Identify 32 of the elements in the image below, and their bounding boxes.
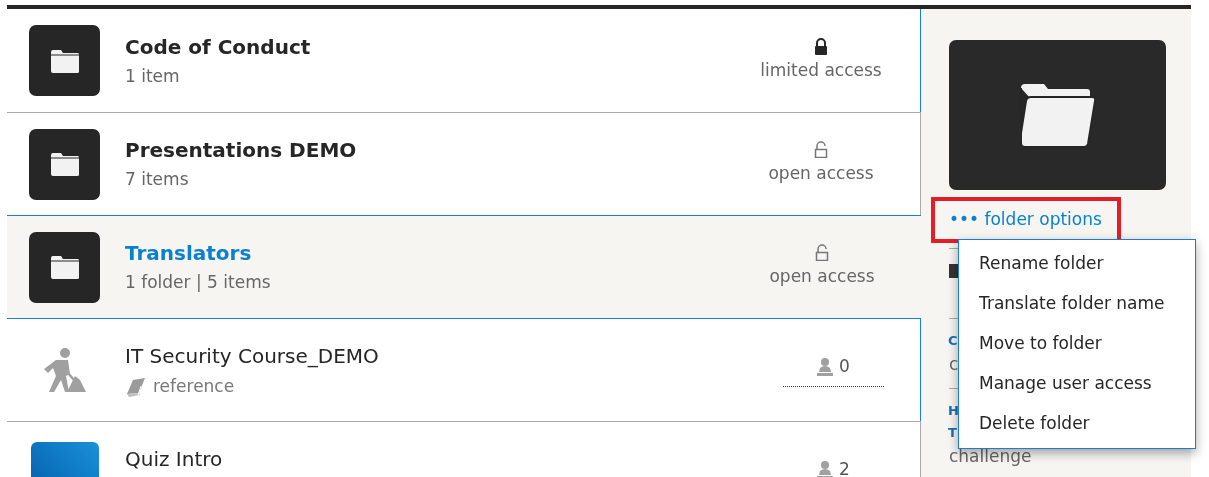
menu-item[interactable]: Delete folder [959, 404, 1195, 444]
book-icon [125, 375, 147, 398]
entry-title[interactable]: C [948, 330, 958, 352]
menu-item[interactable]: Move to folder [959, 324, 1195, 364]
item-type-label: reference [153, 374, 235, 398]
item-count: 7 items [125, 168, 190, 192]
row-title[interactable]: Translators [125, 238, 252, 269]
menu-item[interactable]: Rename folder [959, 244, 1195, 284]
folder-tile-icon [29, 231, 100, 303]
folder-tile-icon [29, 25, 100, 96]
user-count: 0 [839, 355, 850, 378]
row-title[interactable]: IT Security Course_DEMO [125, 340, 379, 371]
item-count: 1 folder | 5 items [125, 271, 272, 295]
open-folder-icon [1019, 82, 1096, 148]
menu-item[interactable]: Translate folder name [959, 284, 1195, 324]
access-label: open access [769, 265, 875, 289]
menu-item[interactable]: Manage user access [959, 364, 1195, 404]
row-title[interactable]: Code of Conduct [125, 31, 311, 62]
entry-subtitle: challenge [949, 445, 1032, 468]
access-label: limited access [760, 58, 882, 82]
user-icon [817, 357, 834, 376]
folder-options-link[interactable]: ••• folder options [949, 207, 1102, 233]
row-title[interactable]: Quiz Intro [125, 444, 223, 474]
access-label: open access [768, 162, 874, 186]
row-title[interactable]: Presentations DEMO [125, 135, 357, 166]
entry-title[interactable]: H [948, 400, 959, 422]
worker-shoveling-icon [42, 347, 87, 393]
entry-subtitle: c [949, 353, 959, 376]
user-count: 2 [839, 458, 850, 477]
item-count: 1 item [125, 64, 181, 88]
entry-title[interactable]: T [948, 422, 957, 444]
folder-tile-icon [29, 128, 100, 200]
